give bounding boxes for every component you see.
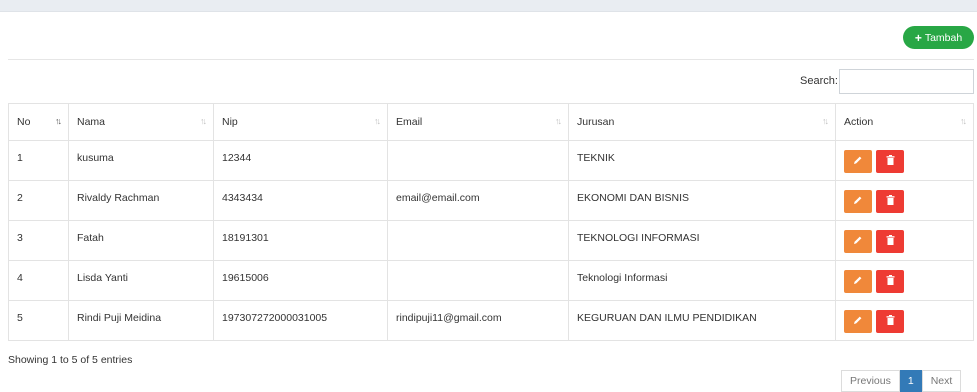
cell-action bbox=[835, 140, 974, 181]
cell-jurusan: EKONOMI DAN BISNIS bbox=[568, 180, 836, 221]
cell-email bbox=[387, 260, 569, 301]
trash-icon bbox=[886, 315, 895, 328]
page-1-button[interactable]: 1 bbox=[899, 370, 922, 392]
column-header-jurusan[interactable]: Jurusan ↑↓ bbox=[568, 103, 836, 141]
table-row: 1 kusuma 12344 TEKNIK bbox=[8, 140, 974, 181]
pencil-icon bbox=[853, 155, 863, 168]
cell-nama: Fatah bbox=[68, 220, 214, 261]
cell-no: 1 bbox=[8, 140, 69, 181]
search-input[interactable] bbox=[839, 69, 974, 94]
cell-email bbox=[387, 140, 569, 181]
trash-icon bbox=[886, 155, 895, 168]
column-header-email[interactable]: Email ↑↓ bbox=[387, 103, 569, 141]
edit-button[interactable] bbox=[844, 270, 872, 293]
entries-info: Showing 1 to 5 of 5 entries bbox=[8, 354, 133, 366]
cell-nip: 4343434 bbox=[213, 180, 388, 221]
cell-no: 3 bbox=[8, 220, 69, 261]
cell-jurusan: TEKNIK bbox=[568, 140, 836, 181]
cell-jurusan: TEKNOLOGI INFORMASI bbox=[568, 220, 836, 261]
pencil-icon bbox=[853, 275, 863, 288]
add-button-label: Tambah bbox=[924, 31, 963, 44]
add-button[interactable]: + Tambah bbox=[903, 26, 974, 49]
cell-no: 2 bbox=[8, 180, 69, 221]
edit-button[interactable] bbox=[844, 310, 872, 333]
table-row: 3 Fatah 18191301 TEKNOLOGI INFORMASI bbox=[8, 220, 974, 261]
cell-nip: 197307272000031005 bbox=[213, 300, 388, 341]
sort-icon: ↑↓ bbox=[822, 116, 829, 126]
cell-nip: 12344 bbox=[213, 140, 388, 181]
delete-button[interactable] bbox=[876, 190, 904, 213]
edit-button[interactable] bbox=[844, 150, 872, 173]
cell-nama: Rivaldy Rachman bbox=[68, 180, 214, 221]
search-label: Search: bbox=[800, 75, 838, 87]
table-row: 5 Rindi Puji Meidina 197307272000031005 rin… bbox=[8, 300, 974, 341]
cell-jurusan: KEGURUAN DAN ILMU PENDIDIKAN bbox=[568, 300, 836, 341]
pencil-icon bbox=[853, 195, 863, 208]
pencil-icon bbox=[853, 315, 863, 328]
cell-nama: Rindi Puji Meidina bbox=[68, 300, 214, 341]
trash-icon bbox=[886, 275, 895, 288]
next-button[interactable]: Next bbox=[921, 370, 962, 392]
cell-action bbox=[835, 300, 974, 341]
trash-icon bbox=[886, 235, 895, 248]
cell-email: email@email.com bbox=[387, 180, 569, 221]
plus-icon: + bbox=[914, 30, 922, 45]
cell-no: 5 bbox=[8, 300, 69, 341]
cell-action bbox=[835, 180, 974, 221]
cell-action bbox=[835, 220, 974, 261]
delete-button[interactable] bbox=[876, 230, 904, 253]
pagination: Previous 1 Next bbox=[841, 370, 962, 392]
edit-button[interactable] bbox=[844, 230, 872, 253]
column-header-nip[interactable]: Nip ↑↓ bbox=[213, 103, 388, 141]
delete-button[interactable] bbox=[876, 310, 904, 333]
divider bbox=[8, 59, 974, 60]
delete-button[interactable] bbox=[876, 150, 904, 173]
cell-email bbox=[387, 220, 569, 261]
column-header-nama[interactable]: Nama ↑↓ bbox=[68, 103, 214, 141]
sort-icon: ↑↓ bbox=[555, 116, 562, 126]
pencil-icon bbox=[853, 235, 863, 248]
cell-jurusan: Teknologi Informasi bbox=[568, 260, 836, 301]
table-row: 4 Lisda Yanti 19615006 Teknologi Informasi bbox=[8, 260, 974, 301]
cell-nip: 19615006 bbox=[213, 260, 388, 301]
table-row: 2 Rivaldy Rachman 4343434 email@email.com EK… bbox=[8, 180, 974, 221]
top-bar bbox=[0, 0, 977, 12]
cell-nama: kusuma bbox=[68, 140, 214, 181]
previous-button[interactable]: Previous bbox=[841, 370, 900, 392]
sort-icon: ↑↓ bbox=[55, 116, 62, 126]
edit-button[interactable] bbox=[844, 190, 872, 213]
cell-nama: Lisda Yanti bbox=[68, 260, 214, 301]
cell-email: rindipuji11@gmail.com bbox=[387, 300, 569, 341]
cell-no: 4 bbox=[8, 260, 69, 301]
column-header-action[interactable]: Action ↑↓ bbox=[835, 103, 974, 141]
data-table: No ↑↓ Nama ↑↓ Nip ↑↓ Email ↑↓ Jurusan ↑↓ Acti… bbox=[8, 103, 974, 341]
sort-icon: ↑↓ bbox=[960, 116, 967, 126]
sort-icon: ↑↓ bbox=[374, 116, 381, 126]
table-header-row: No ↑↓ Nama ↑↓ Nip ↑↓ Email ↑↓ Jurusan ↑↓ Acti… bbox=[8, 103, 974, 141]
cell-action bbox=[835, 260, 974, 301]
cell-nip: 18191301 bbox=[213, 220, 388, 261]
trash-icon bbox=[886, 195, 895, 208]
delete-button[interactable] bbox=[876, 270, 904, 293]
sort-icon: ↑↓ bbox=[200, 116, 207, 126]
column-header-no[interactable]: No ↑↓ bbox=[8, 103, 69, 141]
